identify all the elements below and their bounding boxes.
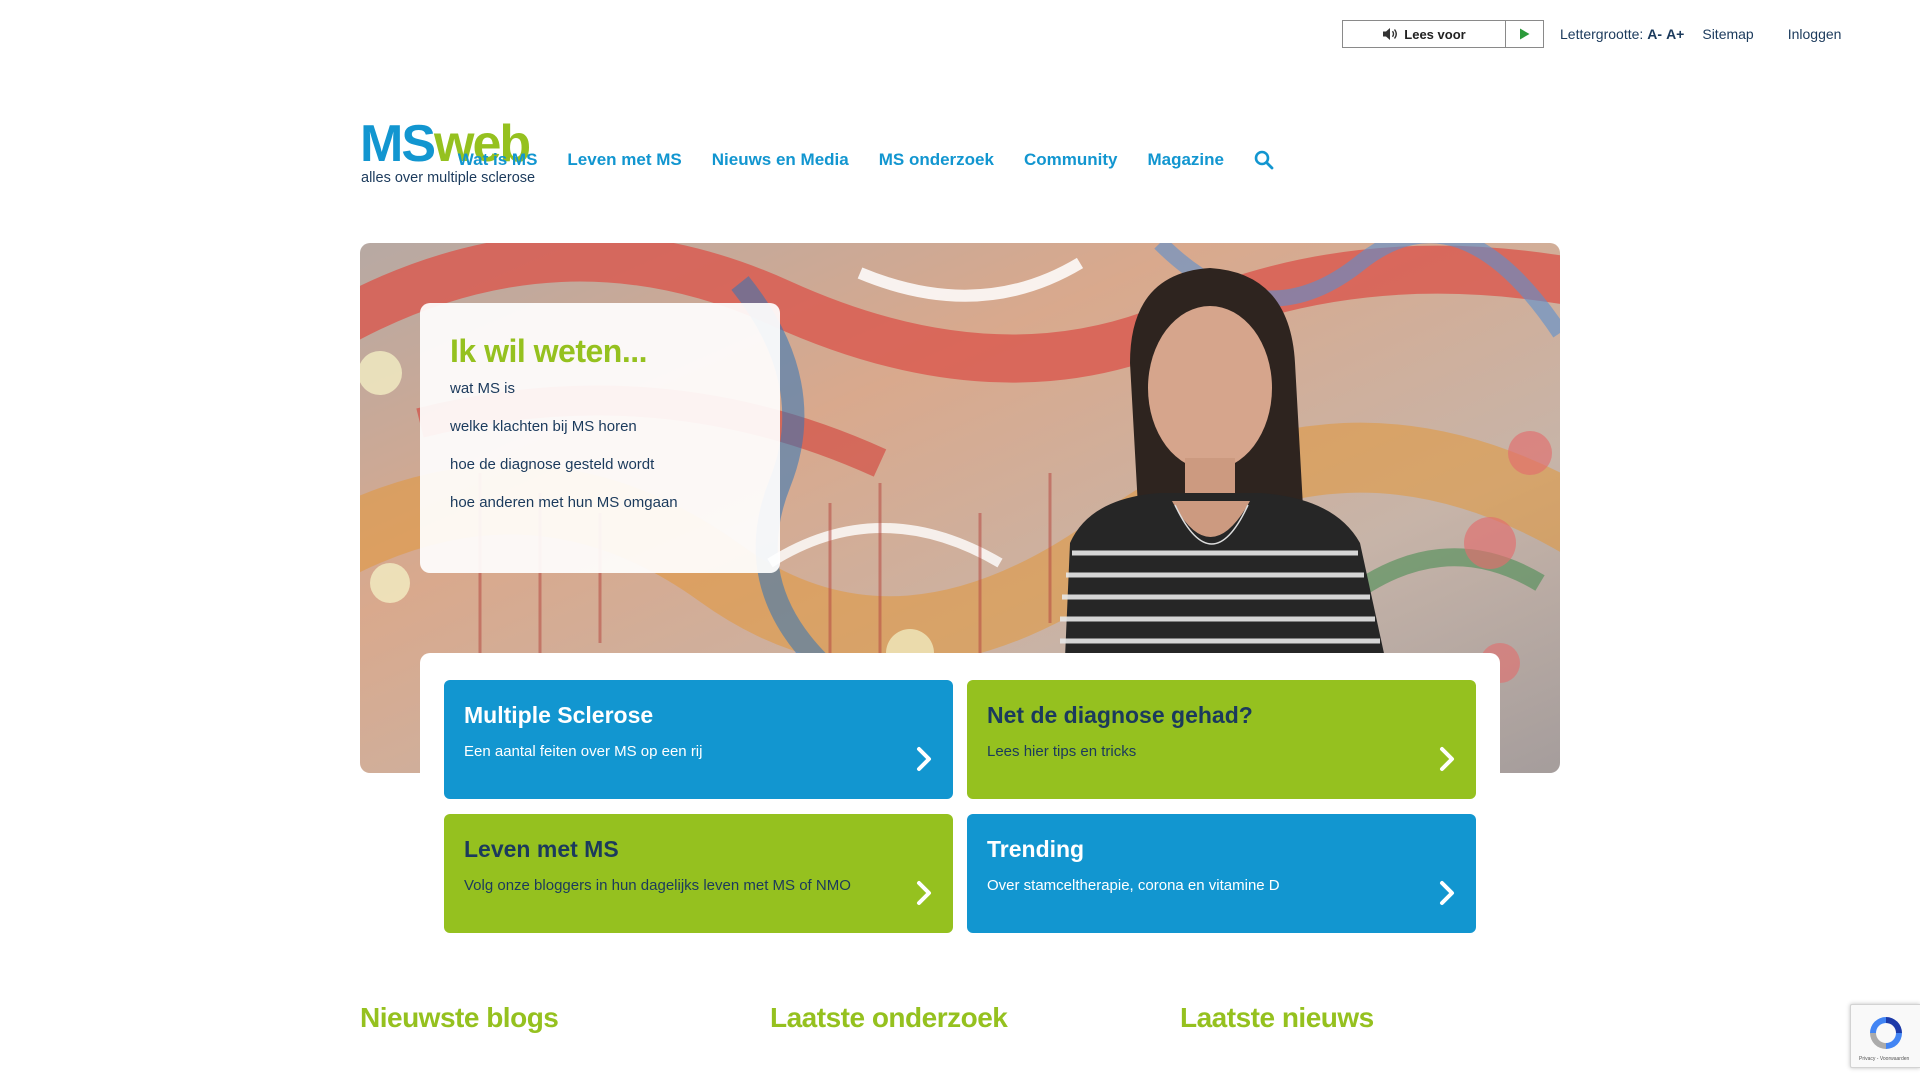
question-link[interactable]: hoe de diagnose gesteld wordt [450, 456, 750, 473]
logo-tagline: alles over multiple sclerose [361, 170, 536, 186]
logo-ms: MS [360, 115, 436, 173]
tile-title: Trending [987, 836, 1085, 862]
tile-multiple-sclerose[interactable]: Multiple Sclerose Een aantal feiten over… [444, 680, 953, 799]
chevron-right-icon [917, 881, 931, 905]
question-link[interactable]: hoe anderen met hun MS omgaan [450, 494, 750, 511]
question-link[interactable]: welke klachten bij MS horen [450, 418, 750, 435]
font-increase-button[interactable]: A+ [1666, 26, 1684, 42]
tile-leven-met-ms[interactable]: Leven met MS Volg onze bloggers in hun d… [444, 814, 953, 933]
play-icon [1520, 28, 1530, 40]
chevron-right-icon [1440, 747, 1454, 771]
nav-ms-onderzoek[interactable]: MS onderzoek [879, 150, 994, 170]
recaptcha-badge[interactable]: Privacy - Voorwaarden [1850, 1004, 1920, 1068]
font-size-control: Lettergrootte: A- A+ [1560, 26, 1684, 42]
search-icon[interactable] [1254, 150, 1274, 170]
section-laatste-nieuws: Laatste nieuws [1180, 1002, 1374, 1033]
question-link[interactable]: wat MS is [450, 380, 750, 397]
tile-subtitle: Over stamceltherapie, corona en vitamine… [987, 877, 1280, 894]
i-want-to-know-box: Ik wil weten... wat MS is welke klachten… [420, 303, 780, 573]
main-navigation: Wat is MS Leven met MS Nieuws en Media M… [458, 150, 1274, 170]
section-laatste-onderzoek: Laatste onderzoek [770, 1002, 1008, 1033]
nav-wat-is-ms[interactable]: Wat is MS [458, 150, 538, 170]
nav-community[interactable]: Community [1024, 150, 1118, 170]
tile-subtitle: Volg onze bloggers in hun dagelijks leve… [464, 877, 851, 894]
play-button[interactable] [1505, 21, 1543, 47]
nav-nieuws-en-media[interactable]: Nieuws en Media [712, 150, 849, 170]
tile-title: Leven met MS [464, 836, 619, 862]
tile-title: Multiple Sclerose [464, 702, 654, 728]
i-want-to-know-title: Ik wil weten... [450, 333, 648, 369]
read-aloud-widget: Lees voor [1342, 20, 1544, 48]
login-link[interactable]: Inloggen [1788, 26, 1842, 42]
tile-title: Net de diagnose gehad? [987, 702, 1253, 728]
tile-net-de-diagnose[interactable]: Net de diagnose gehad? Lees hier tips en… [967, 680, 1476, 799]
tile-subtitle: Lees hier tips en tricks [987, 743, 1137, 760]
font-size-label: Lettergrootte: [1560, 26, 1644, 42]
font-decrease-button[interactable]: A- [1647, 26, 1662, 42]
read-aloud-label: Lees voor [1404, 26, 1466, 42]
utility-bar: Lees voor Lettergrootte: A- A+ Sitemap I… [1342, 20, 1841, 48]
chevron-right-icon [917, 747, 931, 771]
sitemap-link[interactable]: Sitemap [1702, 26, 1753, 42]
nav-magazine[interactable]: Magazine [1147, 150, 1224, 170]
speaker-icon [1383, 28, 1398, 40]
recaptcha-icon [1870, 1017, 1902, 1049]
nav-leven-met-ms[interactable]: Leven met MS [567, 150, 681, 170]
tile-trending[interactable]: Trending Over stamceltherapie, corona en… [967, 814, 1476, 933]
chevron-right-icon [1440, 881, 1454, 905]
recaptcha-text[interactable]: Privacy - Voorwaarden [1859, 1056, 1909, 1062]
read-aloud-button[interactable]: Lees voor [1343, 21, 1505, 47]
tile-subtitle: Een aantal feiten over MS op een rij [464, 743, 703, 760]
tiles-panel: Multiple Sclerose Een aantal feiten over… [420, 653, 1500, 953]
section-nieuwste-blogs: Nieuwste blogs [360, 1002, 559, 1033]
